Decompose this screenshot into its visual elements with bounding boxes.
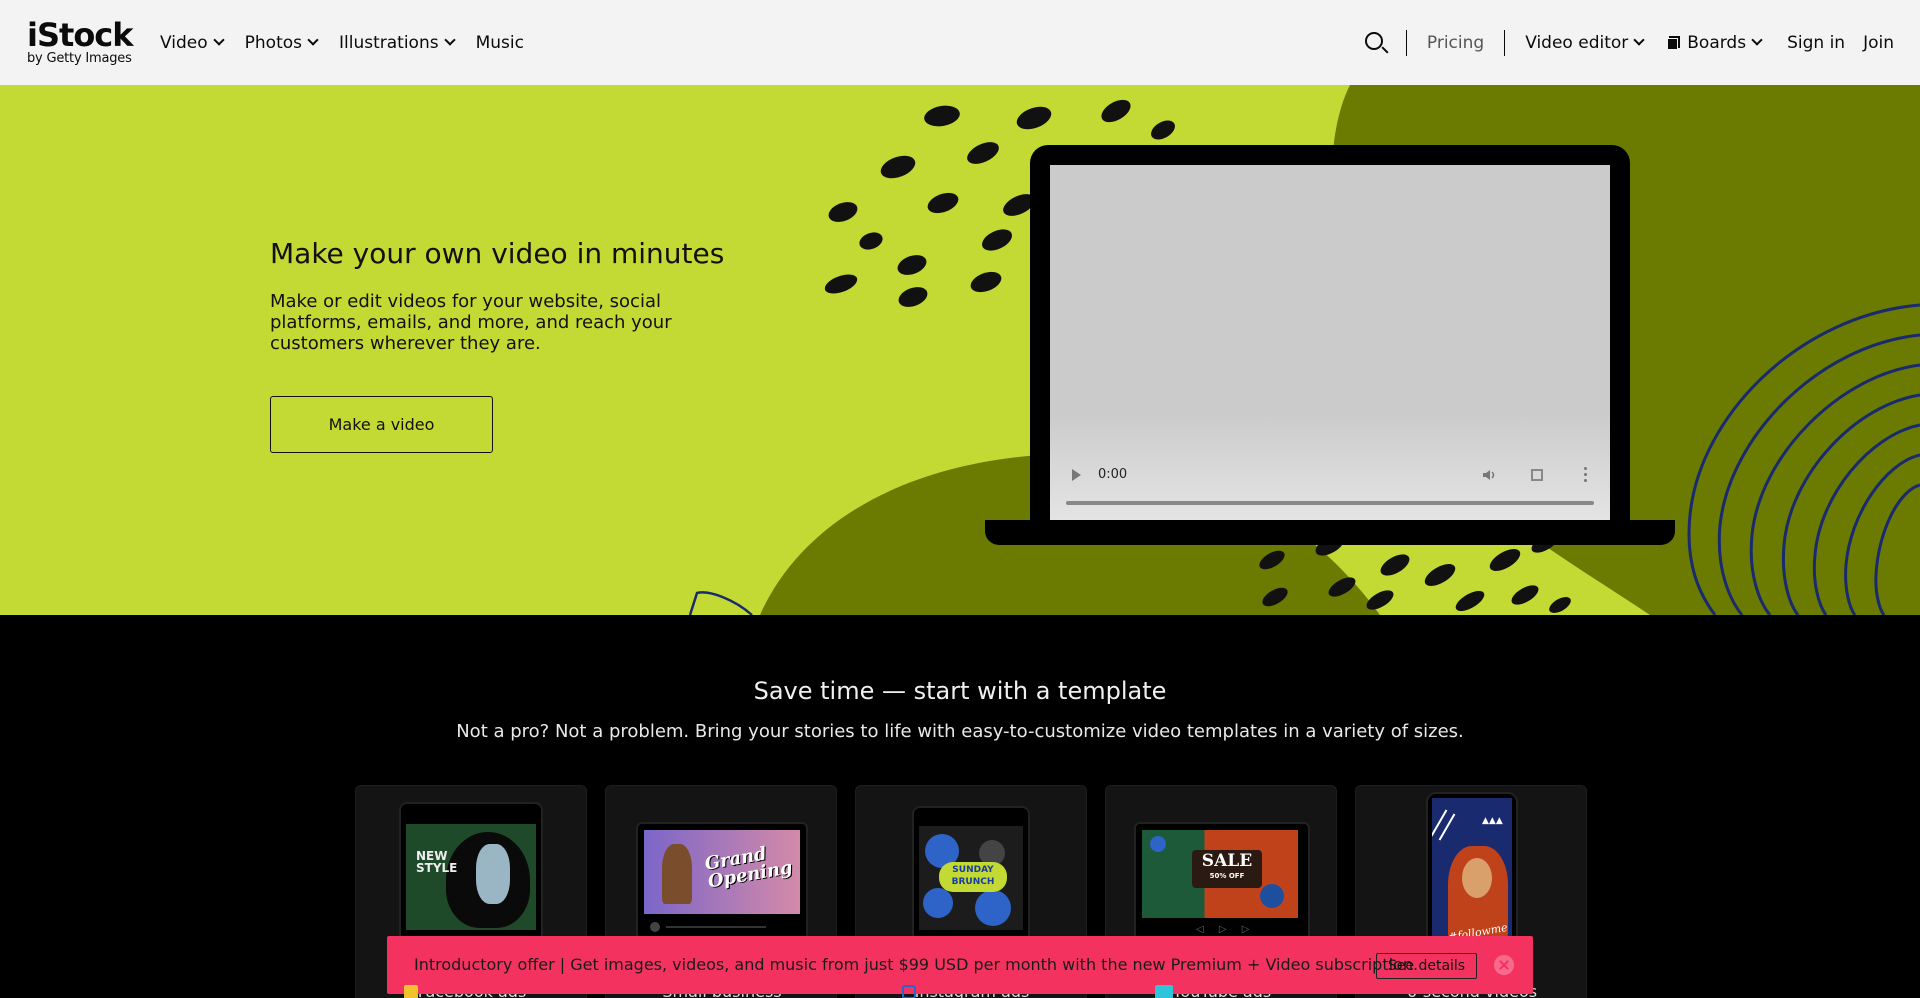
youtube-icon: [1155, 985, 1173, 998]
logo-wordmark: iStock: [27, 16, 134, 54]
main-nav: Video Photos Illustrations Music: [160, 0, 546, 85]
chevron-down-icon: [1751, 34, 1763, 46]
hero-title: Make your own video in minutes: [270, 237, 725, 270]
thumb-text: SUNDAY BRUNCH: [951, 865, 995, 887]
nav-video[interactable]: Video: [160, 32, 225, 53]
chevron-down-icon: [443, 34, 456, 46]
boards-menu[interactable]: Boards: [1687, 32, 1763, 53]
video-editor-label: Video editor: [1525, 32, 1629, 53]
boards-label: Boards: [1687, 32, 1747, 53]
volume-icon[interactable]: [1482, 468, 1496, 482]
chevron-down-icon: [212, 34, 225, 46]
templates-title: Save time — start with a template: [753, 677, 1167, 705]
close-icon[interactable]: [1494, 955, 1514, 975]
hero-description: Make or edit videos for your website, so…: [270, 291, 672, 354]
media-controls-icon: ◁ ▷ ▷: [1196, 924, 1256, 935]
template-thumbnail: SUNDAY BRUNCH: [919, 826, 1023, 930]
join-link[interactable]: Join: [1863, 33, 1894, 53]
video-progress-bar[interactable]: [1066, 501, 1594, 505]
template-thumbnail: NEW STYLE: [406, 824, 536, 930]
fullscreen-icon[interactable]: [1531, 469, 1543, 481]
nav-illustrations-label: Illustrations: [339, 32, 439, 53]
template-thumbnail: ▲▲▲ #followme: [1432, 798, 1512, 948]
make-video-button[interactable]: Make a video: [270, 396, 493, 453]
see-details-button[interactable]: See details: [1376, 953, 1477, 979]
nav-divider: [1405, 29, 1407, 56]
search-icon[interactable]: [1364, 31, 1389, 55]
facebook-ads-icon: [404, 985, 418, 998]
nav-divider: [1504, 29, 1506, 56]
promo-banner: Introductory offer | Get images, videos,…: [387, 936, 1533, 994]
sign-in-link[interactable]: Sign in: [1787, 33, 1845, 53]
nav-illustrations[interactable]: Illustrations: [339, 32, 456, 53]
video-player[interactable]: [1050, 165, 1610, 520]
thumb-subtext: 50% OFF: [1209, 872, 1245, 880]
nav-photos-label: Photos: [244, 32, 302, 53]
thumb-text: SALE: [1201, 851, 1253, 871]
nav-photos[interactable]: Photos: [244, 32, 319, 53]
account-nav: Pricing Video editor Boards Sign in Join: [1364, 0, 1894, 85]
template-thumbnail: Grand Opening: [644, 830, 800, 914]
video-time: 0:00: [1098, 467, 1128, 482]
templates-subtitle: Not a pro? Not a problem. Bring your sto…: [456, 721, 1464, 742]
chevron-down-icon: [307, 34, 319, 46]
nav-video-label: Video: [160, 32, 208, 53]
template-thumbnail: SALE 50% OFF: [1142, 830, 1298, 918]
hero-section: Make your own video in minutes Make or e…: [0, 85, 1920, 615]
istock-logo[interactable]: iStock by Getty Images: [27, 17, 139, 69]
promo-text: Introductory offer | Get images, videos,…: [414, 955, 1419, 974]
nav-music-label: Music: [475, 32, 524, 53]
boards-icon: [1667, 35, 1681, 50]
nav-music[interactable]: Music: [476, 33, 524, 53]
chevron-down-icon: [1633, 34, 1645, 46]
pricing-link[interactable]: Pricing: [1427, 33, 1484, 53]
video-editor-menu[interactable]: Video editor: [1525, 32, 1645, 53]
thumb-text: NEW STYLE: [416, 849, 458, 875]
thumb-text: Grand Opening: [703, 843, 795, 893]
laptop-base: [985, 520, 1675, 545]
instagram-icon: [902, 985, 916, 998]
more-options-icon[interactable]: [1584, 467, 1588, 483]
play-icon[interactable]: [1072, 469, 1081, 481]
top-navigation-bar: iStock by Getty Images Video Photos Illu…: [0, 0, 1920, 85]
logo-subline: by Getty Images: [27, 51, 132, 66]
